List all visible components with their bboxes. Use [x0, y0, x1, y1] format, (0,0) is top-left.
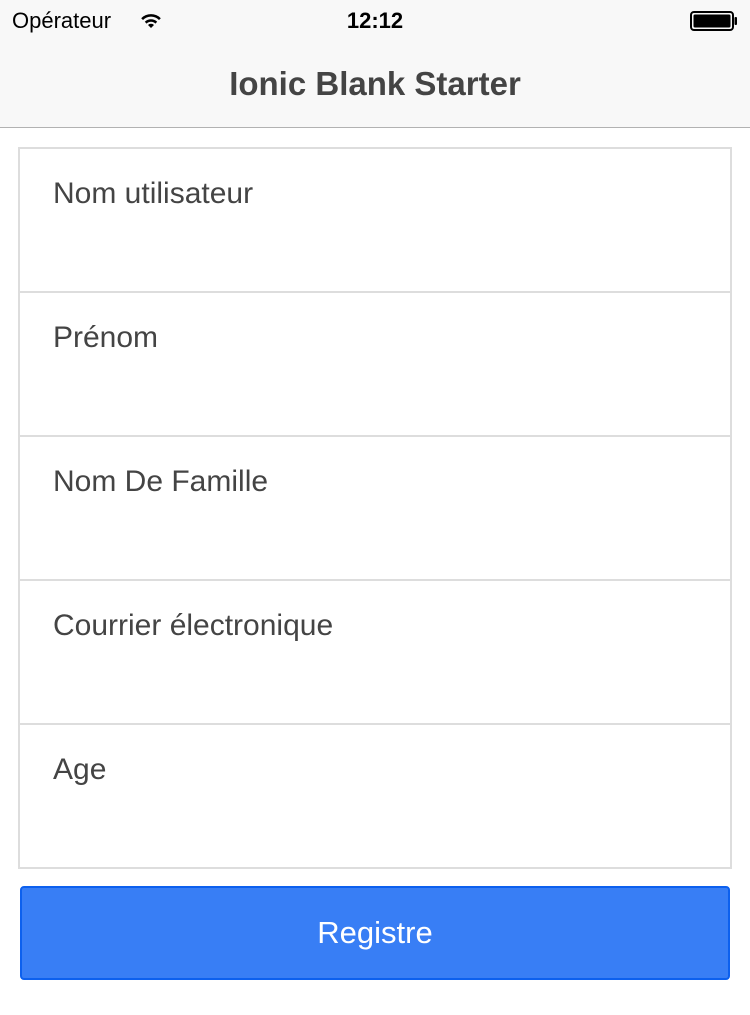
battery-icon [690, 11, 737, 31]
register-button[interactable]: Registre [20, 886, 730, 980]
email-field[interactable]: Courrier électronique [20, 581, 730, 725]
first-name-field[interactable]: Prénom [20, 293, 730, 437]
age-field[interactable]: Age [20, 725, 730, 867]
page-title: Ionic Blank Starter [229, 65, 521, 102]
registration-form: Nom utilisateur Prénom Nom De Famille Co… [18, 147, 732, 869]
nav-bar: Ionic Blank Starter [0, 40, 750, 128]
age-label: Age [53, 753, 107, 786]
username-label: Nom utilisateur [53, 177, 254, 210]
username-field[interactable]: Nom utilisateur [20, 149, 730, 293]
last-name-label: Nom De Famille [53, 465, 269, 498]
first-name-label: Prénom [53, 321, 159, 354]
status-bar: Opérateur 12:12 [0, 0, 750, 40]
status-time: 12:12 [346, 8, 404, 33]
email-label: Courrier électronique [53, 609, 334, 642]
last-name-field[interactable]: Nom De Famille [20, 437, 730, 581]
